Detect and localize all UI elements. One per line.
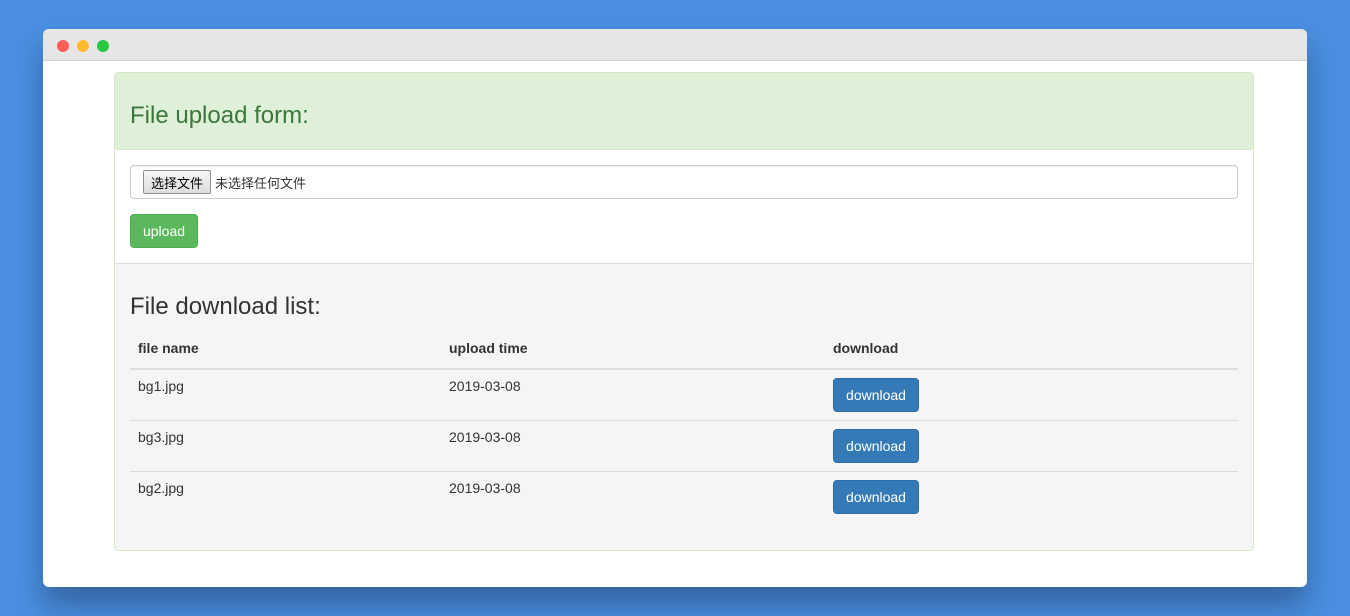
column-header-download: download — [825, 338, 1238, 370]
file-name-cell: bg2.jpg — [130, 470, 441, 522]
download-table: file name upload time download bg1.jpg 2… — [130, 338, 1238, 522]
upload-time-cell: 2019-03-08 — [441, 470, 825, 522]
choose-file-button[interactable]: 选择文件 — [143, 170, 212, 194]
no-file-chosen-text: 未选择任何文件 — [215, 175, 307, 191]
close-window-icon[interactable] — [57, 40, 69, 52]
title-bar — [43, 29, 1307, 61]
file-name-cell: bg3.jpg — [130, 419, 441, 471]
table-row: bg3.jpg 2019-03-08 download — [130, 419, 1238, 471]
maximize-window-icon[interactable] — [97, 40, 109, 52]
file-input[interactable]: 选择文件 未选择任何文件 — [130, 165, 1238, 199]
upload-form: 选择文件 未选择任何文件 upload — [115, 150, 1253, 264]
download-button[interactable]: download — [833, 479, 919, 514]
download-button[interactable]: download — [833, 378, 919, 412]
table-row: bg2.jpg 2019-03-08 download — [130, 470, 1238, 522]
upload-time-cell: 2019-03-08 — [441, 419, 825, 471]
download-cell: download — [825, 369, 1238, 420]
upload-button[interactable]: upload — [130, 214, 198, 248]
table-header-row: file name upload time download — [130, 338, 1238, 370]
download-list-title: File download list: — [130, 293, 321, 320]
column-header-file-name: file name — [130, 338, 441, 370]
upload-time-cell: 2019-03-08 — [449, 378, 521, 394]
column-header-upload-time: upload time — [441, 338, 825, 370]
file-panel: File upload form: 选择文件 未选择任何文件 upload Fi… — [114, 72, 1254, 551]
table-row: bg1.jpg 2019-03-08 download — [130, 369, 1238, 420]
file-name-cell: bg1.jpg — [138, 378, 184, 394]
download-section: File download list: file name upload tim… — [115, 264, 1253, 550]
upload-form-title: File upload form: — [130, 102, 309, 129]
minimize-window-icon[interactable] — [77, 40, 89, 52]
browser-window: File upload form: 选择文件 未选择任何文件 upload Fi… — [43, 29, 1307, 587]
download-cell: download — [825, 419, 1238, 471]
upload-panel-heading: File upload form: — [115, 73, 1253, 150]
download-cell: download — [825, 470, 1238, 522]
download-button[interactable]: download — [833, 428, 919, 463]
